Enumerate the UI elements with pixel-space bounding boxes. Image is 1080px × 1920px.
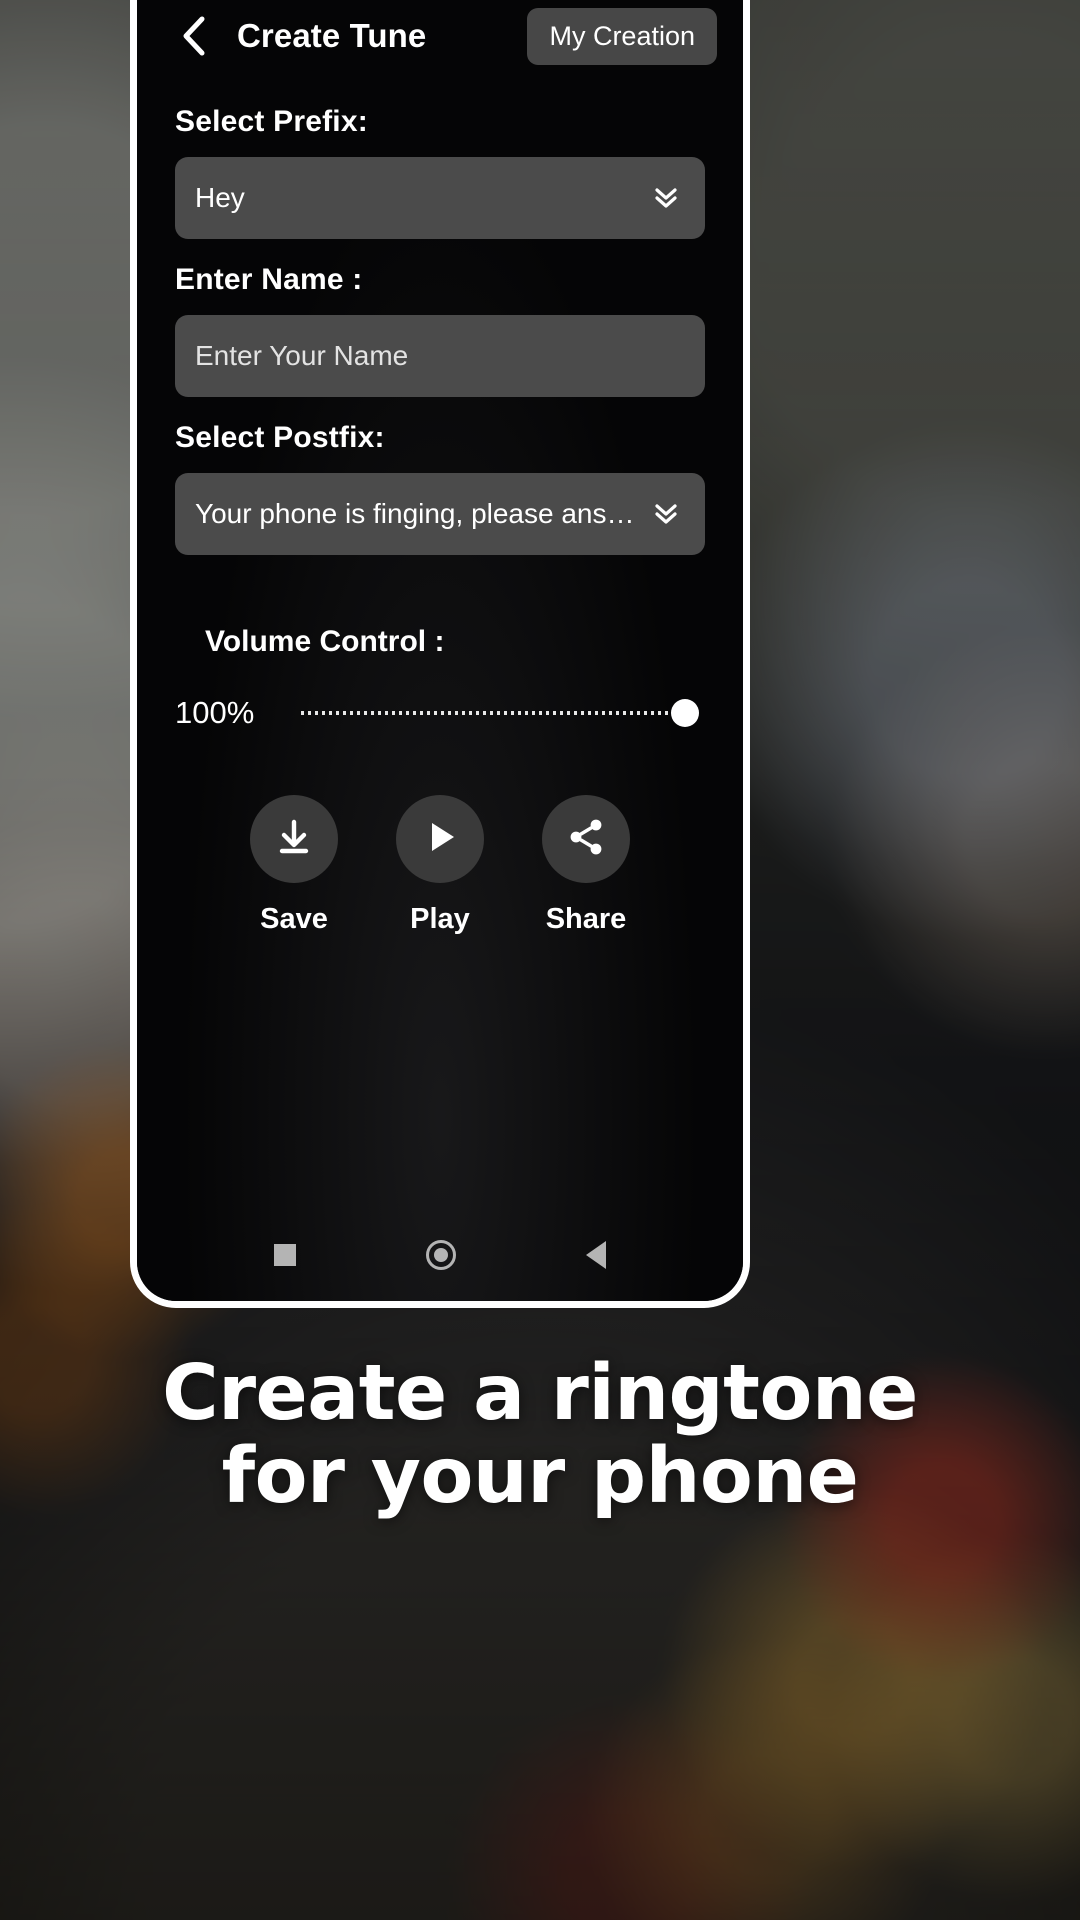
volume-slider[interactable] (301, 698, 699, 728)
postfix-value: Your phone is finging, please answer the… (195, 498, 639, 529)
app-bar: Create Tune My Creation (137, 0, 743, 81)
square-icon[interactable] (274, 1244, 296, 1266)
save-button[interactable]: Save (221, 795, 367, 936)
postfix-label: Select Postfix: (175, 421, 385, 454)
share-button[interactable]: Share (513, 795, 659, 936)
share-icon (563, 814, 609, 865)
circle-icon[interactable] (426, 1240, 456, 1270)
chevron-double-down-icon (649, 500, 683, 528)
share-icon-circle (542, 795, 630, 883)
volume-row: 100% (175, 695, 705, 731)
save-icon-circle (250, 795, 338, 883)
prefix-value: Hey (195, 182, 245, 213)
create-tune-form: Select Prefix: Hey Enter Name : Enter Yo… (137, 81, 743, 1209)
save-label: Save (260, 903, 328, 935)
slider-track (301, 711, 685, 715)
name-input-placeholder: Enter Your Name (195, 340, 409, 371)
chevron-left-icon (178, 15, 208, 57)
tagline: Create a ringtone for your phone (0, 1352, 1080, 1518)
android-nav-bar (137, 1209, 743, 1301)
triangle-back-icon[interactable] (586, 1241, 606, 1269)
play-button[interactable]: Play (367, 795, 513, 936)
play-icon-circle (396, 795, 484, 883)
download-icon (271, 814, 317, 865)
name-input-wrapper[interactable]: Enter Your Name (175, 315, 705, 397)
tagline-line-1: Create a ringtone (162, 1349, 918, 1438)
back-button[interactable] (171, 14, 215, 58)
volume-value: 100% (175, 695, 255, 730)
phone-screen: Create Tune My Creation Select Prefix: H… (137, 0, 743, 1301)
tagline-line-2: for your phone (221, 1432, 859, 1522)
share-label: Share (545, 903, 627, 935)
chevron-double-down-icon (649, 184, 683, 212)
play-label: Play (410, 903, 470, 935)
name-label: Enter Name : (175, 263, 363, 296)
play-icon (417, 814, 463, 865)
prefix-label: Select Prefix: (175, 105, 368, 138)
volume-control-label: Volume Control : (205, 625, 445, 658)
phone-mockup-frame: Create Tune My Creation Select Prefix: H… (130, 0, 750, 1308)
prefix-dropdown[interactable]: Hey (175, 157, 705, 239)
slider-thumb[interactable] (671, 699, 699, 727)
action-buttons: Save Play Share (221, 795, 659, 936)
postfix-dropdown[interactable]: Your phone is finging, please answer the… (175, 473, 705, 555)
my-creation-button[interactable]: My Creation (527, 8, 717, 65)
page-title: Create Tune (237, 17, 427, 54)
